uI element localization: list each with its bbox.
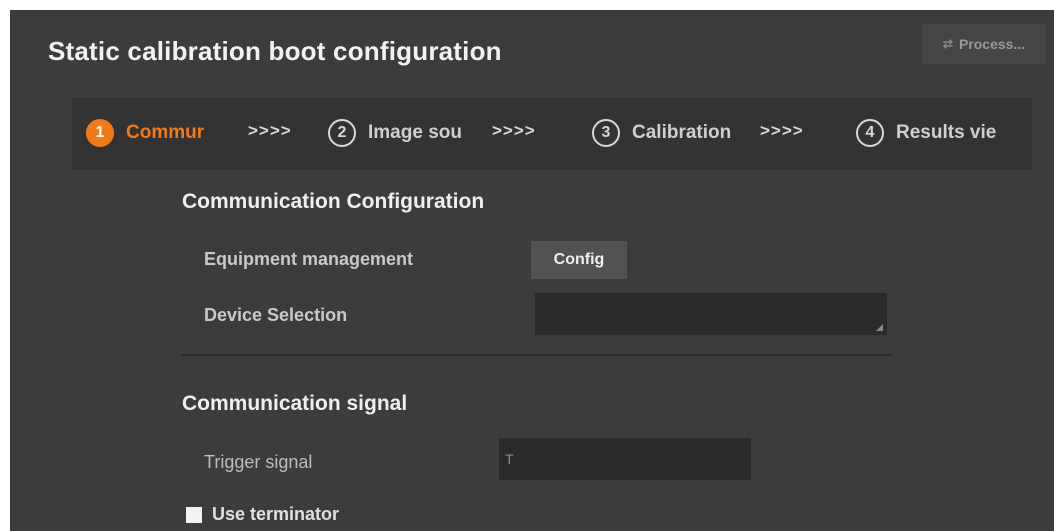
resize-grip-icon [876,324,883,331]
step-wizard: 1 Commur >>>> 2 Image sou >>>> 3 Calibra… [72,98,1032,170]
step-label: Results vie [896,122,997,143]
step-number: 2 [328,119,356,147]
step-results-view[interactable]: 4 Results vie [856,116,1016,150]
calibration-dialog: Static calibration boot configuration ⇄ … [10,10,1054,531]
step-separator-icon: >>>> [248,121,292,140]
device-selection-label: Device Selection [204,305,348,325]
use-terminator-checkbox[interactable] [186,506,202,523]
process-button-label: Process... [958,36,1026,52]
use-terminator-option[interactable]: Use terminator [186,504,339,525]
swap-arrows-icon: ⇄ [942,37,953,51]
section-divider [182,354,892,356]
device-selection-field[interactable] [535,293,887,335]
step-label: Commur [126,122,205,143]
process-button[interactable]: ⇄ Process... [922,24,1046,64]
step-label: Calibration [632,122,732,143]
config-button[interactable]: Config [531,241,627,279]
equipment-management-label: Equipment management [204,249,414,269]
dialog-title: Static calibration boot configuration [48,36,502,66]
trigger-signal-input[interactable] [499,438,751,480]
step-image-source[interactable]: 2 Image sou [328,116,482,150]
step-number: 4 [856,119,884,147]
step-separator-icon: >>>> [492,121,536,140]
step-calibration[interactable]: 3 Calibration [592,116,754,150]
step-label: Image sou [368,122,462,143]
communication-configuration-heading: Communication Configuration [182,190,485,213]
trigger-signal-label: Trigger signal [204,452,313,472]
step-communication[interactable]: 1 Commur [86,116,222,150]
step-separator-icon: >>>> [760,121,804,140]
communication-signal-heading: Communication signal [182,392,408,415]
step-number: 1 [86,119,114,147]
use-terminator-label: Use terminator [212,504,340,524]
step-number: 3 [592,119,620,147]
